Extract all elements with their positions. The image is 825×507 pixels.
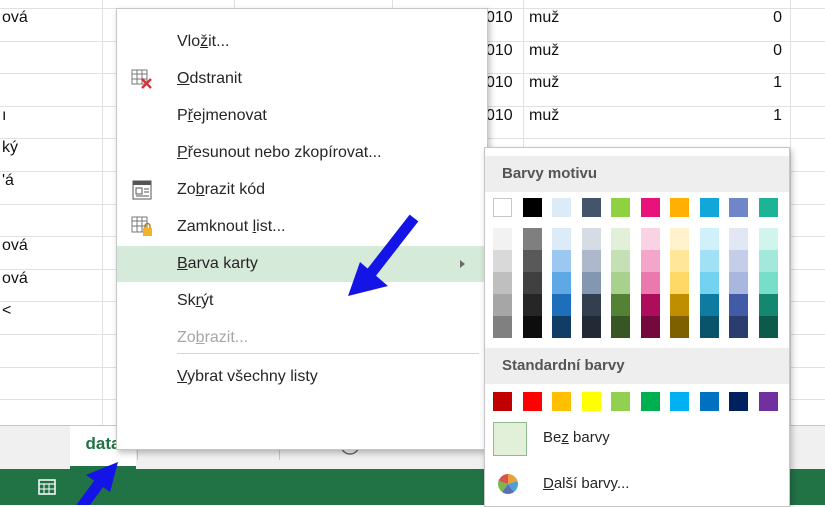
arrow-to-tab-color [348,214,419,296]
annotation-arrows [76,214,419,505]
arrow-to-data-tab [76,462,118,505]
